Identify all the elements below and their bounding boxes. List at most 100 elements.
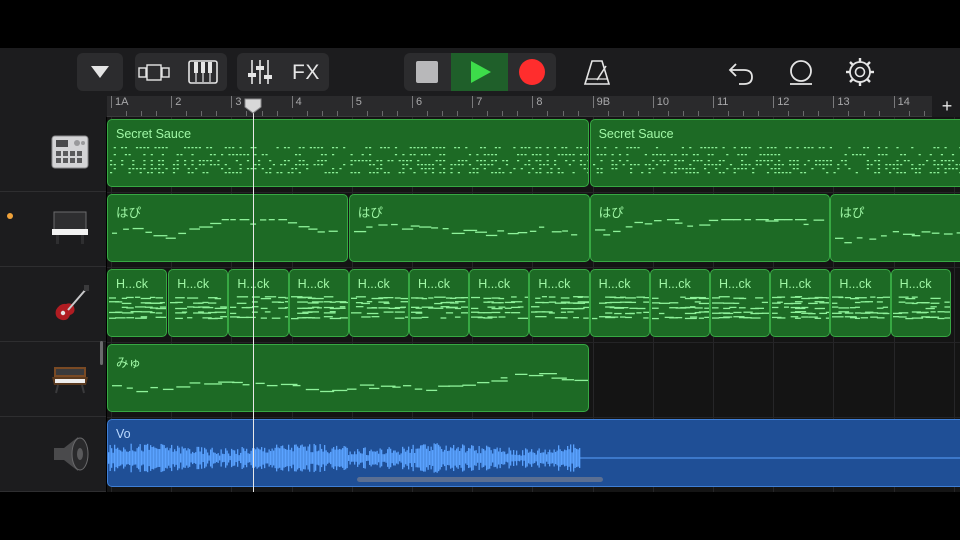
region-name: はぴ	[839, 206, 865, 220]
add-section-button[interactable]: +	[934, 96, 960, 116]
ruler-bar-label: 9B	[592, 96, 610, 108]
ruler-tick	[427, 111, 429, 116]
midi-notes	[112, 373, 588, 393]
region-name: H...ck	[779, 277, 812, 291]
midi-region[interactable]: H...ck	[830, 269, 891, 337]
track-header-vocal[interactable]	[0, 417, 106, 492]
ruler-tick	[126, 111, 128, 116]
playhead	[253, 108, 254, 492]
region-name: H...ck	[538, 277, 571, 291]
stop-icon[interactable]	[416, 61, 438, 83]
play-button[interactable]	[451, 53, 508, 91]
midi-region[interactable]: H...ck	[710, 269, 771, 337]
ruler-bar-label: 14	[893, 96, 910, 108]
midi-region[interactable]: はぴ	[589, 194, 831, 262]
ruler-bar-label: 12	[773, 96, 789, 108]
track-lane-synth[interactable]: みゅ	[107, 342, 960, 418]
ruler-tick	[216, 111, 218, 116]
track-header-guitar[interactable]	[0, 267, 106, 342]
midi-region[interactable]: H...ck	[770, 269, 831, 337]
track-list-dropdown-icon	[91, 66, 109, 78]
loop-icon[interactable]	[786, 58, 816, 86]
fx-button[interactable]: FX	[292, 61, 320, 85]
horizontal-scrollbar[interactable]	[357, 477, 603, 482]
region-name: Secret Sauce	[598, 127, 674, 141]
midi-notes	[594, 219, 824, 236]
ruler-tick	[396, 111, 398, 116]
midi-region[interactable]: みゅ	[107, 344, 589, 412]
region-name: H...ck	[658, 277, 691, 291]
midi-region[interactable]: はぴ	[830, 194, 960, 262]
track-header-piano[interactable]	[0, 192, 106, 267]
region-name: H...ck	[177, 277, 210, 291]
ruler-tick	[502, 111, 504, 116]
region-name: みゅ	[116, 356, 142, 370]
ruler-tick	[758, 111, 760, 116]
region-name: H...ck	[478, 277, 511, 291]
region-name: H...ck	[839, 277, 872, 291]
playhead-handle[interactable]	[244, 98, 262, 114]
midi-region[interactable]: H...ck	[529, 269, 590, 337]
drum-machine-icon	[51, 135, 89, 169]
selected-track-indicator	[7, 213, 13, 219]
piano-icon	[52, 211, 88, 244]
track-list-dropdown-button[interactable]	[77, 53, 123, 91]
ruler-tick	[908, 111, 910, 116]
midi-region[interactable]: はぴ	[348, 194, 590, 262]
region-name: H...ck	[899, 277, 932, 291]
ruler-tick	[381, 111, 383, 116]
ruler-tick	[141, 111, 143, 116]
midi-region[interactable]: H...ck	[890, 269, 951, 337]
play-icon	[471, 61, 491, 83]
midi-region[interactable]: H...ck	[348, 269, 409, 337]
track-header-drum-machine[interactable]	[0, 117, 106, 192]
electric-guitar-icon	[55, 285, 89, 321]
midi-region[interactable]: H...ck	[469, 269, 530, 337]
synthesizer-icon	[52, 367, 88, 394]
region-name: はぴ	[357, 206, 383, 220]
ruler-tick	[878, 111, 880, 116]
midi-region[interactable]: Secret Sauce	[589, 119, 960, 187]
ruler-tick	[728, 111, 730, 116]
region-name: H...ck	[598, 277, 631, 291]
midi-region[interactable]: Secret Sauce	[107, 119, 589, 187]
speaker-icon	[54, 437, 89, 471]
ruler-tick	[366, 111, 368, 116]
tracks-area[interactable]: Secret Sauce Secret Sauce はぴ はぴ はぴ はぴ H...ck H.…	[107, 117, 960, 492]
midi-region[interactable]: H...ck	[288, 269, 349, 337]
midi-notes	[353, 223, 578, 237]
ruler-tick	[306, 111, 308, 116]
settings-icon[interactable]	[845, 57, 875, 87]
ruler-bar-label: 7	[472, 96, 482, 108]
undo-icon[interactable]	[727, 60, 755, 86]
track-lane-guitar[interactable]: H...ck H...ck H...ck H...ck H...ck H...ck H...…	[107, 267, 960, 343]
midi-region[interactable]: H...ck	[228, 269, 289, 337]
mixer-icon[interactable]	[245, 58, 275, 86]
metronome-icon[interactable]	[583, 58, 611, 86]
ruler-tick	[682, 111, 684, 116]
midi-region[interactable]: H...ck	[409, 269, 470, 337]
ruler-tick	[517, 111, 519, 116]
midi-region[interactable]: H...ck	[168, 269, 229, 337]
track-lane-piano[interactable]: はぴ はぴ はぴ はぴ	[107, 192, 960, 268]
ruler-bar-label: 10	[652, 96, 669, 108]
midi-region[interactable]: はぴ	[107, 194, 348, 262]
midi-region[interactable]: H...ck	[649, 269, 710, 337]
midi-region[interactable]: H...ck	[107, 269, 168, 337]
view-toggle-group	[135, 53, 227, 91]
region-name: Vo	[116, 427, 131, 441]
timeline-ruler[interactable]: 1A 2 3 4 5 6 7 8 9B 10 11 12 13 14	[107, 96, 932, 117]
header-resize-handle[interactable]	[100, 341, 103, 365]
ruler-bar-label: 11	[713, 96, 728, 108]
track-lane-drum-machine[interactable]: Secret Sauce Secret Sauce	[107, 117, 960, 193]
ruler-tick	[186, 111, 188, 116]
ruler-tick	[276, 111, 278, 116]
midi-region[interactable]: H...ck	[589, 269, 650, 337]
keyboard-icon[interactable]	[187, 59, 221, 85]
ruler-tick	[562, 111, 564, 116]
track-header-synth[interactable]	[0, 342, 106, 417]
region-name: はぴ	[116, 206, 142, 220]
region-name: H...ck	[297, 277, 330, 291]
ruler-tick	[818, 111, 820, 116]
record-icon[interactable]	[518, 58, 546, 86]
